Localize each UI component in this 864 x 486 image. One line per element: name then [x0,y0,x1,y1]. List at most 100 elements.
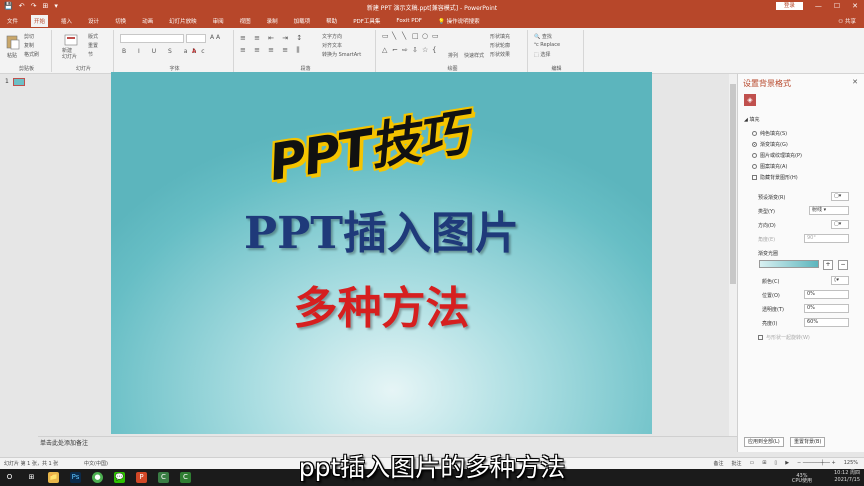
tell-me-search[interactable]: 💡 操作说明搜索 [435,15,483,27]
type-dropdown[interactable]: 射线 ▾ [809,206,849,215]
angle-input[interactable]: 90° [804,234,849,243]
angle-label: 角度(E) [758,237,776,243]
shape-outline-button[interactable]: 形状轮廓 [490,42,510,49]
login-button[interactable]: 登录 [775,2,803,10]
tab-pdf-tools[interactable]: PDF工具集 [350,15,383,27]
shape-effects-button[interactable]: 形状效果 [490,51,510,58]
quick-styles-button[interactable]: 快速样式 [464,52,484,59]
thumbnail-pane: 1 [0,74,38,436]
tab-animations[interactable]: 动画 [139,15,156,27]
new-slide-icon[interactable] [64,34,78,48]
ribbon-tabs: 文件 开始 插入 设计 切换 动画 幻灯片放映 审阅 视图 录制 加载项 帮助 … [0,14,864,28]
scrollbar-thumb[interactable] [730,84,736,284]
font-color-icon[interactable]: A [192,48,196,55]
apply-to-all-button[interactable]: 应用到全部(L) [744,437,784,447]
tab-review[interactable]: 审阅 [210,15,227,27]
find-button[interactable]: 🔍 查找 [534,33,552,40]
align-buttons[interactable]: ≡ ≡ ≡ ≡ ⫼ [240,46,303,55]
paste-label[interactable]: 粘贴 [7,52,17,59]
panel-close-icon[interactable]: ✕ [852,78,858,86]
section-button[interactable]: 节 [88,51,93,58]
checkbox-box [752,175,757,180]
tab-view[interactable]: 视图 [237,15,254,27]
hide-bg-graphics-checkbox[interactable]: 隐藏背景图形(H) [752,174,798,181]
maximize-icon[interactable]: ☐ [834,2,840,10]
tab-transitions[interactable]: 切换 [112,15,129,27]
transparency-input[interactable]: 0% [804,304,849,313]
triangle-shape-icon[interactable]: △ [382,46,391,59]
fill-section-header[interactable]: ◢ 填充 [744,116,759,123]
replace-button[interactable]: ᵃc Replace [534,42,560,48]
preset-gradient-dropdown[interactable]: ▢▾ [831,192,849,201]
tab-file[interactable]: 文件 [4,15,21,27]
slide-canvas[interactable]: PPT技巧 PPT插入图片 多种方法 [111,72,652,434]
brightness-input[interactable]: 60% [804,318,849,327]
oval-shape-icon[interactable]: ○ [422,32,431,45]
title-bar: 💾 ↶ ↷ ⊞ ▾ 新建 PPT 演示文稿.ppt[兼容模式] - PowerP… [0,0,864,14]
radio-gradient [752,142,757,147]
font-style-buttons[interactable]: B I U S abc [122,48,210,55]
cut-button[interactable]: 剪切 [24,33,34,40]
text-direction-button[interactable]: 文字方向 [322,33,342,40]
line2-shape-icon[interactable]: ╲ [402,32,411,45]
line-shape-icon[interactable]: ╲ [392,32,401,45]
arrange-button[interactable]: 排列 [448,52,458,59]
direction-dropdown[interactable]: ▢▾ [831,220,849,229]
position-input[interactable]: 0% [804,290,849,299]
tab-record[interactable]: 录制 [264,15,281,27]
reset-button[interactable]: 重置 [88,42,98,49]
paste-icon[interactable] [6,34,20,50]
gradient-fill-option[interactable]: 渐变填充(G) [752,141,788,148]
tab-slideshow[interactable]: 幻灯片放映 [166,15,200,27]
brace-shape-icon[interactable]: { [432,46,441,59]
select-button[interactable]: ⬚ 选择 [534,51,550,58]
connector-shape-icon[interactable]: ⌐ [392,46,401,59]
format-painter-button[interactable]: 格式刷 [24,51,39,58]
font-name-box[interactable] [120,34,184,43]
slide-title[interactable]: PPT插入图片 [111,197,652,261]
remove-stop-icon[interactable]: − [838,260,848,270]
window-controls: 登录 — ☐ ✕ [775,2,858,10]
minimize-icon[interactable]: — [815,2,822,10]
checkbox-box [758,335,763,340]
smartart-button[interactable]: 转换为 SmartArt [322,51,361,58]
tab-addins[interactable]: 加载项 [291,15,314,27]
tab-foxit-pdf[interactable]: Foxit PDF [393,16,425,26]
layout-button[interactable]: 版式 [88,33,98,40]
tab-design[interactable]: 设计 [85,15,102,27]
rotate-with-shape-checkbox[interactable]: 与形状一起旋转(W) [758,334,810,341]
slide-scrollbar[interactable] [729,74,737,436]
add-stop-icon[interactable]: + [823,260,833,270]
clipboard-group: 粘贴 剪切 复制 格式刷 剪贴板 [2,30,52,72]
radio-solid [752,131,757,136]
tab-insert[interactable]: 插入 [58,15,75,27]
tab-home[interactable]: 开始 [31,15,49,27]
shape-gallery[interactable]: ▭ ╲ ╲ □ ○ ▭ △ ⌐ ⇨ ⇩ ☆{ [382,32,440,58]
shape-fill-button[interactable]: 形状填充 [490,33,510,40]
arrow-shape-icon[interactable]: ⇨ [402,46,411,59]
rect-shape-icon[interactable]: □ [412,32,421,45]
new-slide-button[interactable]: 新建 幻灯片 [62,48,77,60]
arrow2-shape-icon[interactable]: ⇩ [412,46,421,59]
font-grow-icon[interactable]: A A [210,34,220,41]
slide-logo-text[interactable]: PPT技巧 [264,93,470,195]
gradient-stops-bar[interactable] [759,260,819,268]
color-dropdown[interactable]: ◊▾ [831,276,849,285]
rect2-shape-icon[interactable]: ▭ [432,32,441,45]
list-buttons[interactable]: ≡ ≡ ⇤ ⇥ ↕ [240,34,305,42]
slide-thumbnail[interactable] [13,78,25,86]
copy-button[interactable]: 复制 [24,42,34,49]
close-icon[interactable]: ✕ [852,2,858,10]
fill-bucket-icon[interactable]: ◈ [744,94,756,106]
textbox-shape-icon[interactable]: ▭ [382,32,391,45]
pattern-fill-option[interactable]: 图案填充(A) [752,163,787,170]
share-button[interactable]: ⚇ 共享 [838,17,856,25]
solid-fill-option[interactable]: 纯色填充(S) [752,130,787,137]
picture-fill-option[interactable]: 图片或纹理填充(P) [752,152,802,159]
font-size-box[interactable] [186,34,206,43]
star-shape-icon[interactable]: ☆ [422,46,431,59]
slide-subtitle[interactable]: 多种方法 [111,272,652,336]
reset-background-button[interactable]: 重置背景(B) [790,437,826,447]
tab-help[interactable]: 帮助 [323,15,340,27]
align-text-button[interactable]: 对齐文本 [322,42,342,49]
